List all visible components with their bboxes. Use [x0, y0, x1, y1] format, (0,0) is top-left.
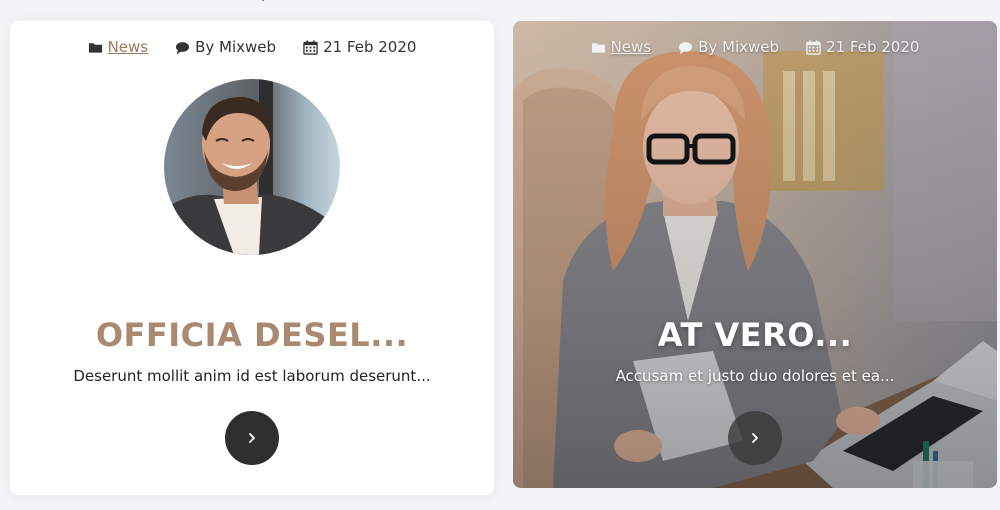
author-text: By Mixweb — [698, 38, 780, 56]
post-title[interactable]: OFFICIA DESEL... — [10, 316, 494, 354]
blog-card-2: News By Mixweb 21 Feb 2020 AT VERO... Ac… — [513, 21, 997, 488]
heading-fragment — [262, 0, 264, 2]
meta-date: 21 Feb 2020 — [303, 38, 416, 56]
blog-card-1: News By Mixweb 21 Feb 2020 OFFICIA DESEL… — [10, 21, 494, 495]
calendar-icon — [806, 39, 821, 55]
chevron-right-icon — [752, 433, 758, 443]
meta-author: By Mixweb — [678, 38, 779, 56]
date-text: 21 Feb 2020 — [323, 38, 417, 56]
post-meta: News By Mixweb 21 Feb 2020 — [10, 38, 494, 56]
meta-category: News — [88, 38, 149, 56]
meta-author: By Mixweb — [175, 38, 276, 56]
post-excerpt: Deserunt mollit anim id est laborum dese… — [73, 367, 431, 385]
author-avatar — [164, 79, 340, 255]
calendar-icon — [303, 39, 318, 55]
read-more-button[interactable] — [225, 411, 279, 465]
meta-date: 21 Feb 2020 — [806, 38, 919, 56]
author-text: By Mixweb — [195, 38, 277, 56]
folder-icon — [591, 42, 605, 53]
date-text: 21 Feb 2020 — [826, 38, 920, 56]
read-more-button[interactable] — [728, 411, 782, 465]
comment-icon — [176, 41, 190, 54]
meta-category: News — [591, 38, 652, 56]
comment-icon — [679, 41, 693, 54]
category-link[interactable]: News — [108, 38, 149, 56]
chevron-right-icon — [249, 433, 255, 443]
category-link[interactable]: News — [611, 38, 652, 56]
post-title[interactable]: AT VERO... — [513, 316, 997, 354]
post-meta: News By Mixweb 21 Feb 2020 — [513, 38, 997, 56]
folder-icon — [88, 42, 102, 53]
post-excerpt: Accusam et justo duo dolores et ea... — [615, 367, 895, 385]
